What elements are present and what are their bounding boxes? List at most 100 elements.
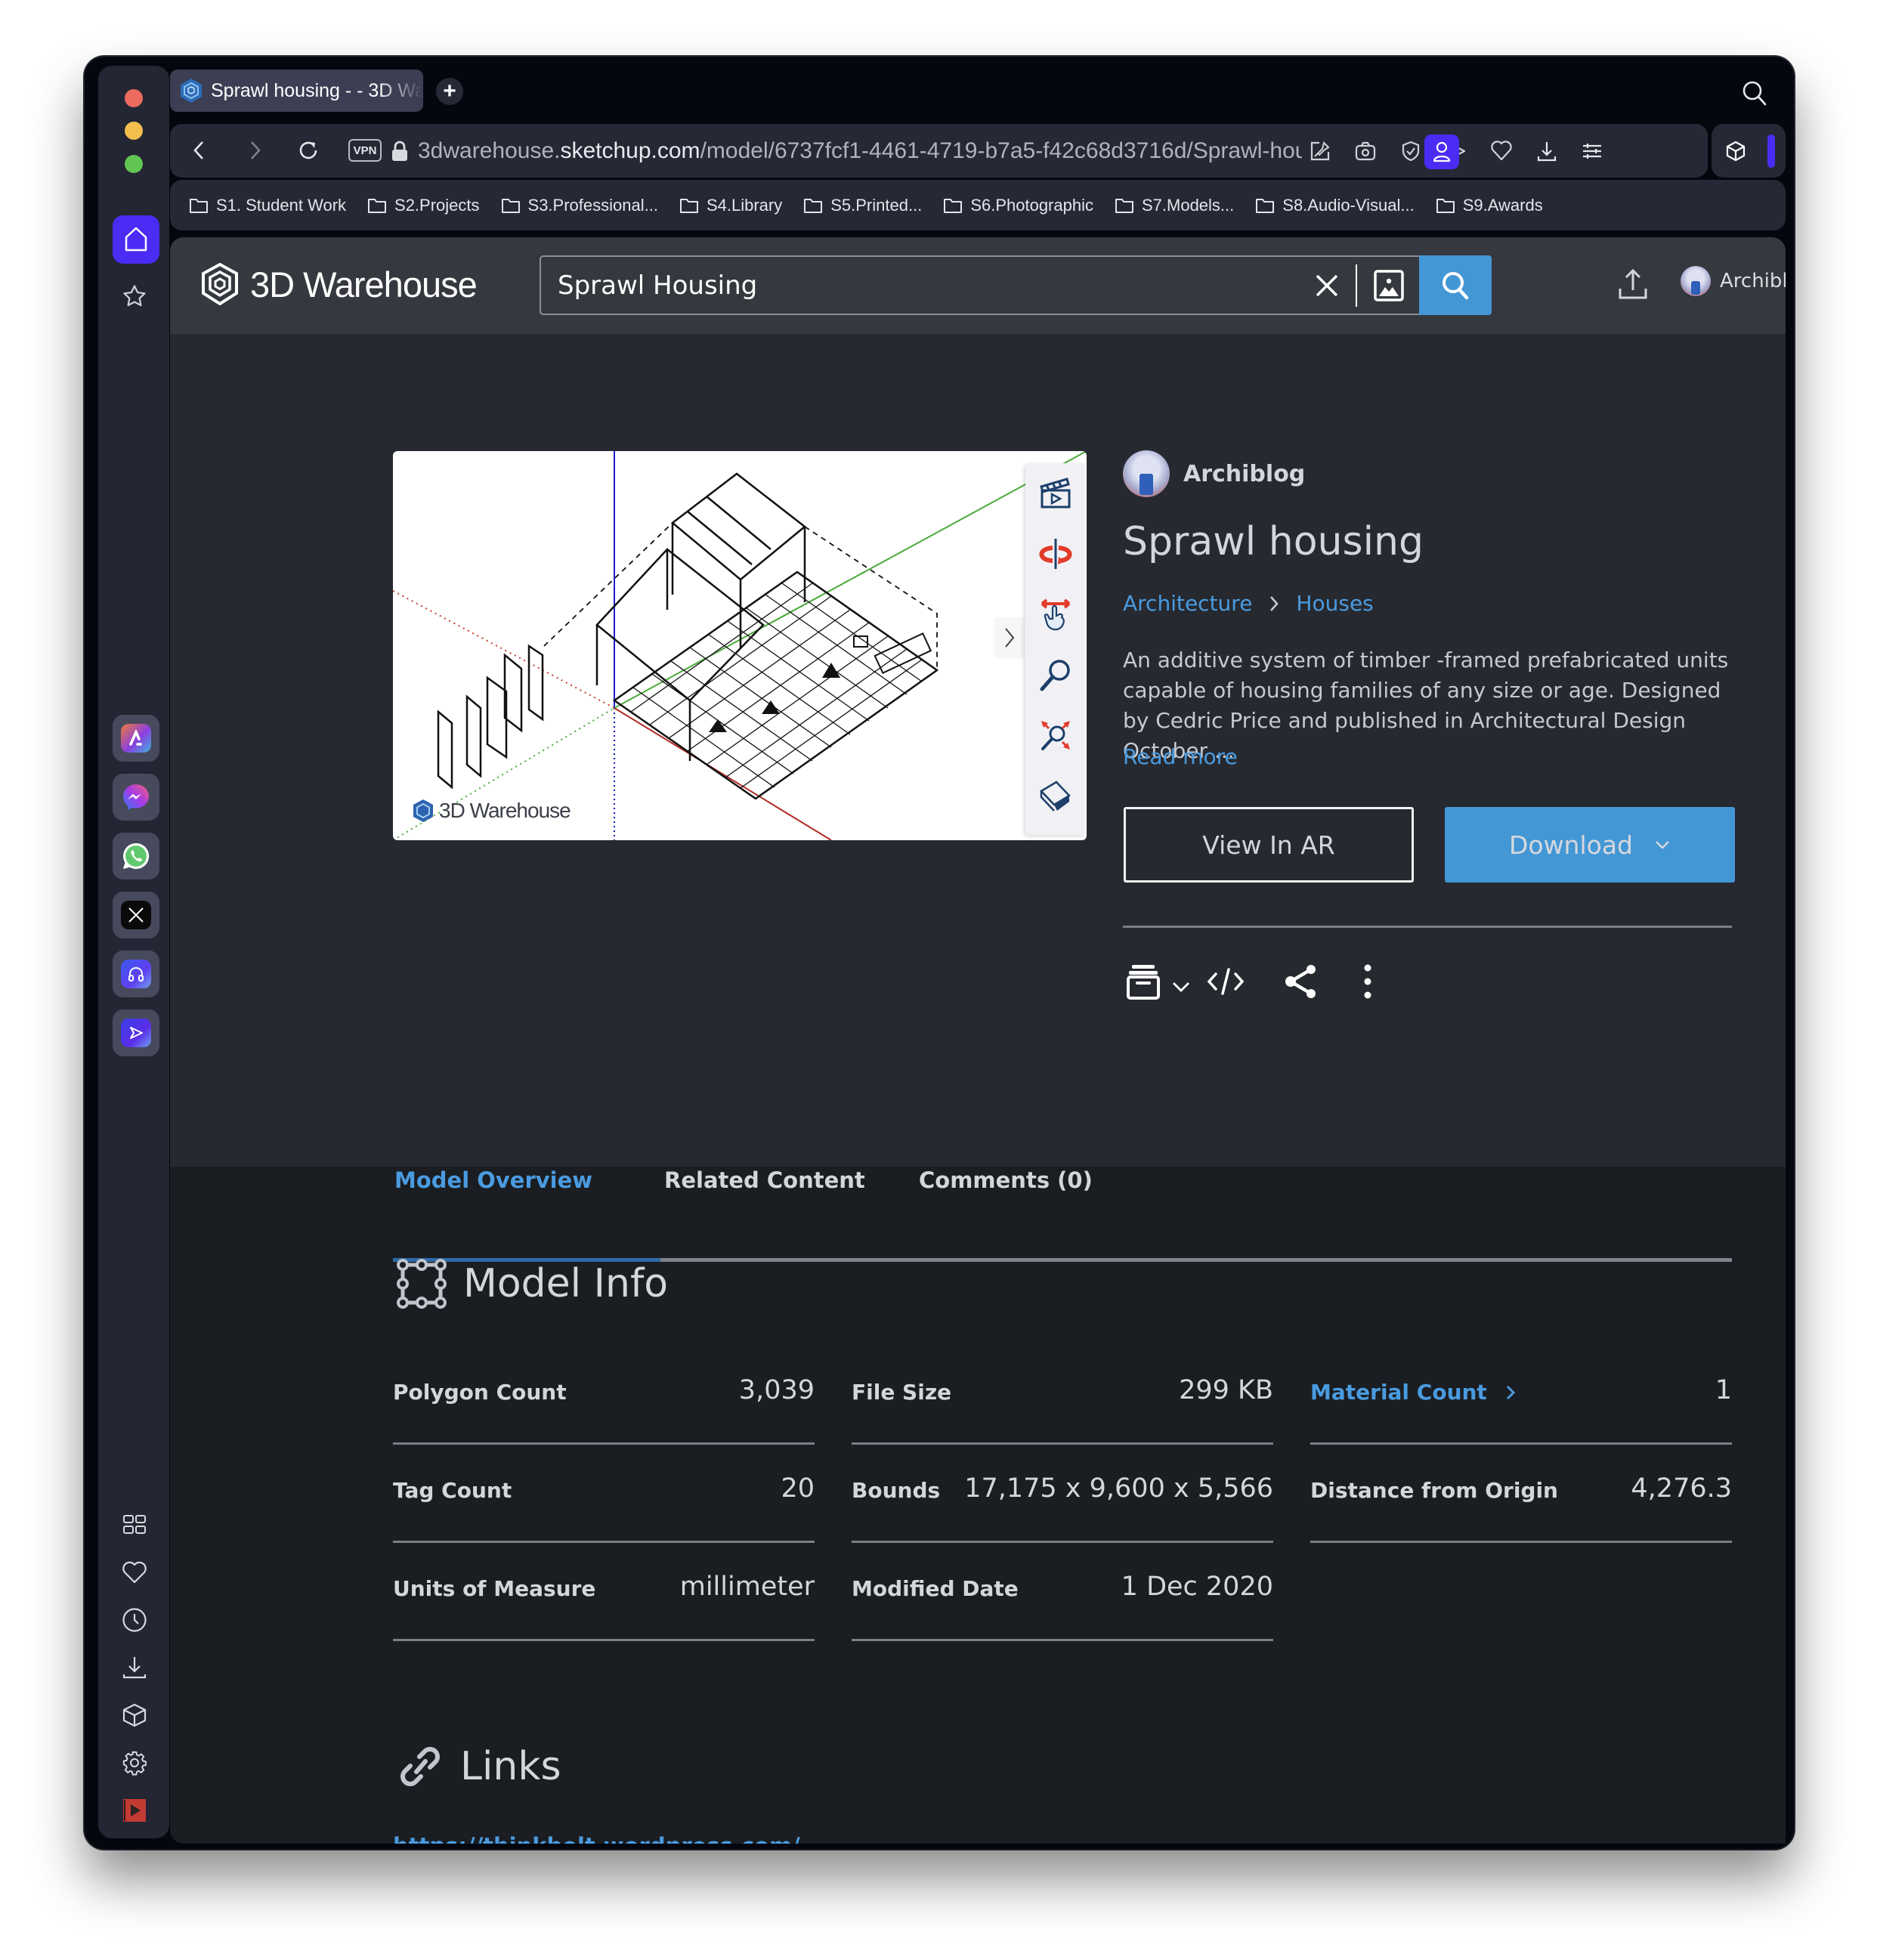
bookmark-folder[interactable]: S8.Audio-Visual... bbox=[1255, 195, 1415, 215]
sidebar-downloads-button[interactable] bbox=[119, 1652, 150, 1683]
read-more-link[interactable]: Read more bbox=[1123, 744, 1238, 769]
bookmark-label: S9.Awards bbox=[1462, 195, 1543, 215]
sidebar-app-whatsapp[interactable] bbox=[113, 833, 159, 880]
sidebar-workspaces-button[interactable] bbox=[119, 1510, 150, 1540]
search-input[interactable] bbox=[558, 257, 1238, 314]
info-label: File Size bbox=[852, 1380, 952, 1405]
pan-tool[interactable] bbox=[1034, 593, 1077, 635]
aria-icon bbox=[129, 730, 142, 746]
bookmark-folder[interactable]: S3.Professional... bbox=[501, 196, 658, 215]
info-label[interactable]: Material Count bbox=[1310, 1380, 1516, 1405]
sidebar-history-button[interactable] bbox=[119, 1605, 150, 1635]
user-avatar bbox=[1681, 266, 1711, 296]
sidebar-app-music[interactable] bbox=[113, 951, 159, 997]
sidebar-indicator bbox=[1767, 134, 1775, 168]
site-logo[interactable]: 3D Warehouse bbox=[200, 263, 478, 305]
bookmark-folder[interactable]: S2.Projects bbox=[367, 196, 480, 215]
sidebar-more-button[interactable] bbox=[119, 1843, 150, 1849]
breadcrumb-houses[interactable]: Houses bbox=[1296, 591, 1373, 616]
sidebar-home-button[interactable] bbox=[113, 215, 159, 264]
sidebar-app-x[interactable] bbox=[113, 892, 159, 938]
view-in-ar-button[interactable]: View In AR bbox=[1124, 807, 1414, 883]
upload-icon bbox=[1619, 268, 1647, 299]
orbit-tool[interactable] bbox=[1034, 533, 1077, 575]
adblock-button[interactable] bbox=[1397, 138, 1424, 165]
tab-comments[interactable]: Comments (0) bbox=[919, 1167, 1093, 1193]
code-icon bbox=[1207, 968, 1245, 995]
external-link[interactable]: https://thinkbelt.wordpress.com/ bbox=[393, 1833, 800, 1844]
forward-button[interactable] bbox=[242, 137, 269, 164]
more-options-button[interactable] bbox=[1362, 959, 1373, 1004]
sidebar-favorites-list-button[interactable] bbox=[119, 1557, 150, 1587]
info-tag-count: Tag Count 20 bbox=[393, 1446, 815, 1543]
bookmark-folder[interactable]: S6.Photographic bbox=[943, 196, 1093, 215]
info-value: 299 KB bbox=[1179, 1375, 1273, 1405]
zoom-tool[interactable] bbox=[1034, 654, 1077, 696]
bookmark-label: S8.Audio-Visual... bbox=[1282, 195, 1415, 215]
tab-related-content[interactable]: Related Content bbox=[664, 1167, 865, 1193]
breadcrumb-architecture[interactable]: Architecture bbox=[1123, 591, 1252, 616]
user-menu[interactable]: Archiblog bbox=[1681, 266, 1786, 296]
folder-icon bbox=[679, 198, 698, 213]
download-icon bbox=[1537, 142, 1557, 162]
minimize-window-button[interactable] bbox=[125, 122, 143, 140]
author-link[interactable]: Archiblog bbox=[1123, 450, 1305, 497]
add-to-collection-button[interactable] bbox=[1126, 959, 1191, 1004]
download-button[interactable]: Download bbox=[1445, 807, 1735, 883]
search-button[interactable] bbox=[1419, 255, 1492, 315]
bookmark-label: S3.Professional... bbox=[527, 195, 658, 215]
scenes-tool[interactable] bbox=[1034, 472, 1077, 515]
reload-button[interactable] bbox=[295, 137, 322, 164]
bookmark-folder[interactable]: S7.Models... bbox=[1115, 196, 1234, 215]
folder-icon bbox=[501, 198, 520, 213]
browser-tab-active[interactable]: Sprawl housing - - 3D Warehouse bbox=[170, 70, 423, 112]
sidebar-app-aria[interactable] bbox=[113, 715, 159, 762]
sidebar-extensions-button[interactable] bbox=[119, 1700, 150, 1730]
sidebar-app-player[interactable] bbox=[113, 1009, 159, 1056]
sidebar-settings-button[interactable] bbox=[119, 1748, 150, 1778]
downloads-button[interactable] bbox=[1533, 138, 1560, 165]
close-window-button[interactable] bbox=[125, 89, 143, 107]
bookmark-folder[interactable]: S9.Awards bbox=[1436, 196, 1543, 215]
sidebar-video-button[interactable] bbox=[119, 1795, 150, 1826]
sidebar-app-messenger[interactable] bbox=[113, 774, 159, 821]
embed-button[interactable] bbox=[1207, 959, 1245, 1004]
profile-button[interactable] bbox=[1424, 134, 1459, 169]
orbit-icon bbox=[1039, 539, 1072, 569]
bookmark-heart-button[interactable] bbox=[1488, 138, 1515, 165]
easy-setup-button[interactable] bbox=[1579, 138, 1606, 165]
eraser-tool[interactable] bbox=[1034, 774, 1077, 817]
3d-warehouse-logo-icon bbox=[413, 799, 433, 822]
info-value: 1 bbox=[1715, 1375, 1732, 1405]
pin-button[interactable] bbox=[1306, 138, 1334, 165]
vpn-badge[interactable]: VPN bbox=[348, 139, 382, 162]
eraser-icon bbox=[1040, 781, 1071, 812]
info-material-count[interactable]: Material Count 1 bbox=[1310, 1348, 1732, 1445]
new-tab-button[interactable]: + bbox=[436, 78, 463, 105]
snapshot-button[interactable] bbox=[1352, 138, 1379, 165]
clear-search-button[interactable] bbox=[1312, 271, 1342, 301]
info-distance-from-origin: Distance from Origin 4,276.3 bbox=[1310, 1446, 1732, 1543]
zoom-extents-tool[interactable] bbox=[1034, 714, 1077, 756]
extension-button[interactable] bbox=[1722, 138, 1749, 165]
x-twitter-icon bbox=[128, 907, 144, 923]
back-button[interactable] bbox=[185, 137, 212, 164]
url-field[interactable]: 3dwarehouse.sketchup.com/model/6737fcf1-… bbox=[418, 136, 1302, 166]
sidebar-favorites-button[interactable] bbox=[119, 281, 150, 311]
folder-icon bbox=[944, 198, 963, 213]
upload-button[interactable] bbox=[1616, 267, 1650, 302]
tab-search-button[interactable] bbox=[1739, 78, 1770, 108]
bookmark-folder[interactable]: S4.Library bbox=[679, 196, 782, 215]
lock-icon[interactable] bbox=[386, 138, 413, 165]
bookmark-folder[interactable]: S5.Printed... bbox=[803, 196, 922, 215]
info-label: Distance from Origin bbox=[1310, 1478, 1558, 1503]
share-button[interactable] bbox=[1284, 959, 1319, 1004]
info-value: 1 Dec 2020 bbox=[1121, 1572, 1273, 1602]
heart-icon bbox=[122, 1561, 147, 1584]
expand-toolbar-button[interactable] bbox=[994, 617, 1025, 658]
maximize-window-button[interactable] bbox=[125, 155, 143, 173]
image-search-button[interactable] bbox=[1372, 269, 1405, 302]
bookmark-folder[interactable]: S1. Student Work bbox=[189, 196, 346, 215]
model-viewer[interactable]: 3D Warehouse bbox=[393, 451, 1087, 840]
tab-model-overview[interactable]: Model Overview bbox=[394, 1167, 592, 1193]
